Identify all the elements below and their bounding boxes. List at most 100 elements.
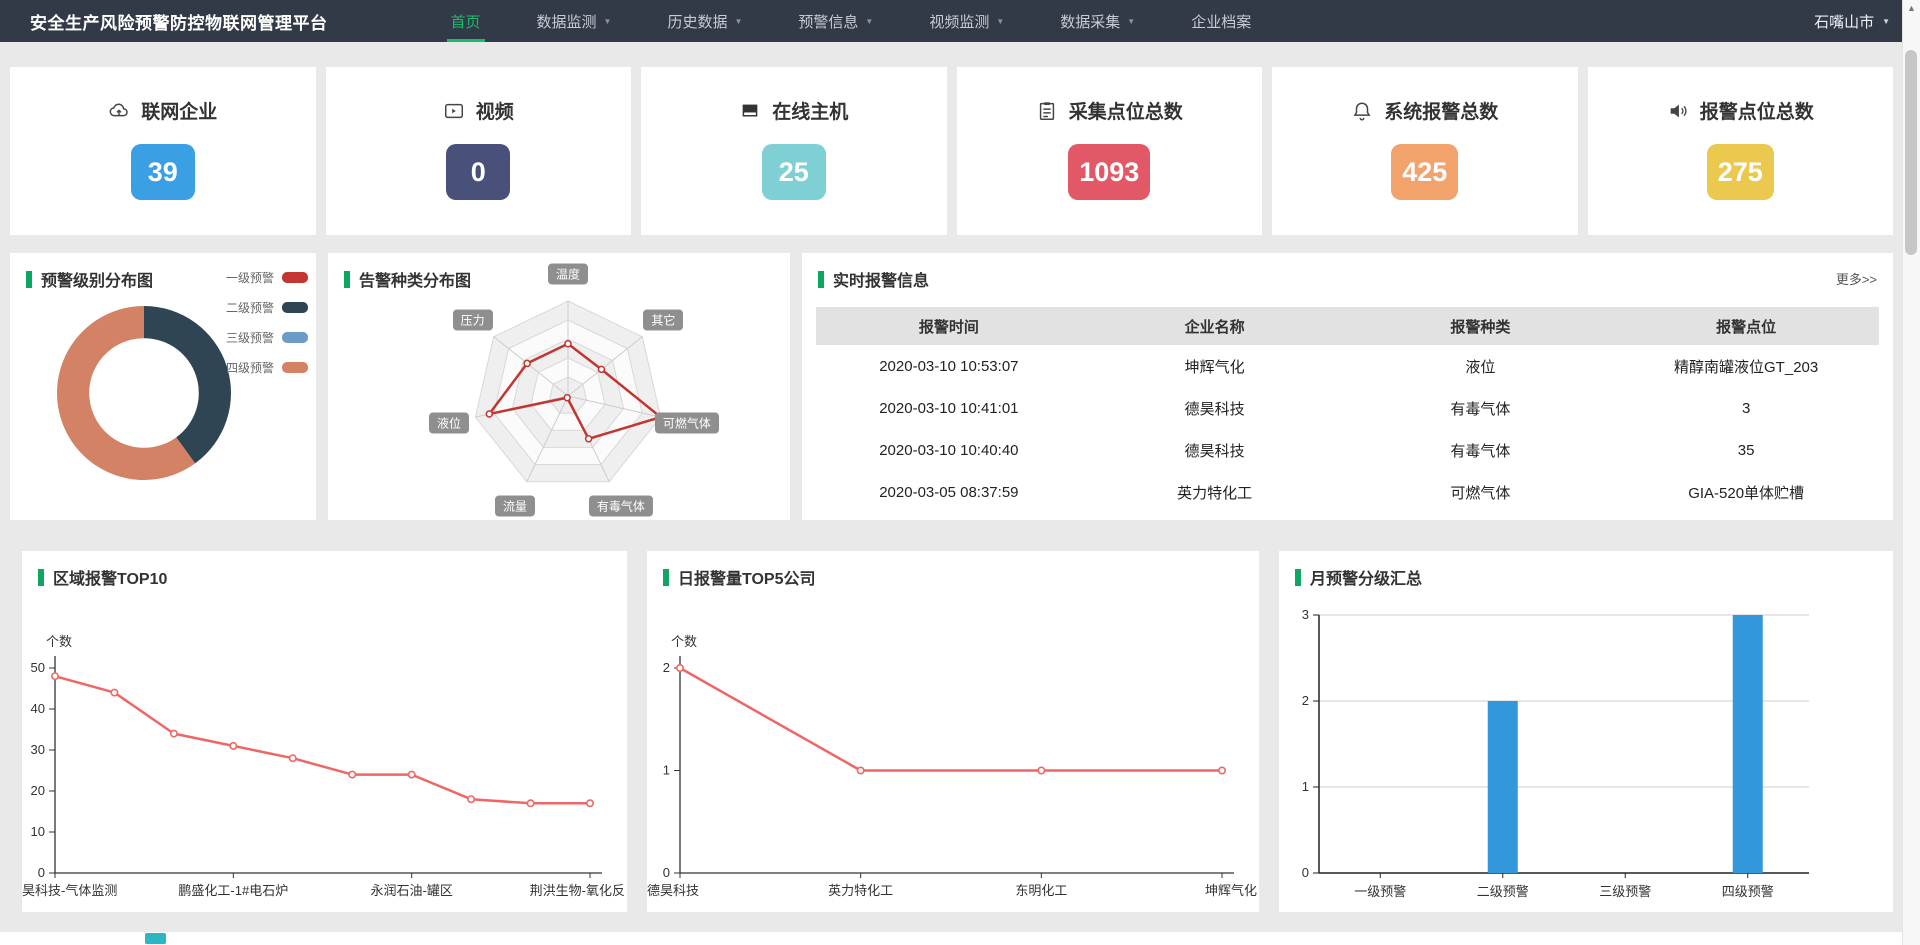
- svg-text:英力特化工: 英力特化工: [828, 883, 893, 898]
- svg-text:1: 1: [1302, 779, 1309, 794]
- svg-text:20: 20: [31, 783, 45, 798]
- table-header-cell: 报警时间: [816, 307, 1082, 345]
- alarm-table: 报警时间企业名称报警种类报警点位2020-03-10 10:53:07坤辉气化液…: [816, 307, 1879, 513]
- table-cell: 有毒气体: [1348, 429, 1614, 471]
- speaker-icon: [1667, 100, 1689, 122]
- nav-item-label: 视频监测: [929, 11, 989, 32]
- svg-text:昊科技-气体监测: 昊科技-气体监测: [22, 883, 117, 898]
- stat-card-4: 系统报警总数425: [1272, 67, 1578, 235]
- panel-header: 告警种类分布图: [344, 267, 471, 291]
- table-row[interactable]: 2020-03-10 10:40:40德昊科技有毒气体35: [816, 429, 1879, 471]
- svg-text:2: 2: [663, 660, 670, 675]
- table-cell: 2020-03-10 10:53:07: [816, 345, 1082, 387]
- panel-accent-bar: [663, 569, 669, 586]
- nav-item-label: 首页: [451, 11, 481, 32]
- svg-text:40: 40: [31, 701, 45, 716]
- table-cell: 英力特化工: [1082, 471, 1348, 513]
- table-cell: 德昊科技: [1082, 429, 1348, 471]
- svg-text:荆洪生物-氧化反: 荆洪生物-氧化反: [530, 883, 625, 898]
- footer-strip: [0, 932, 1903, 945]
- more-link[interactable]: 更多>>: [1836, 269, 1877, 288]
- stat-card-header: 系统报警总数: [1272, 97, 1578, 124]
- legend-swatch: [282, 302, 308, 313]
- daily-alarm-panel: 日报警量TOP5公司 012个数德昊科技英力特化工东明化工坤辉气化: [647, 551, 1259, 912]
- panel-title: 实时报警信息: [833, 267, 929, 291]
- table-cell: 液位: [1348, 345, 1614, 387]
- panel-header: 区域报警TOP10: [38, 565, 167, 589]
- page-scrollbar[interactable]: ▲: [1902, 0, 1920, 945]
- svg-text:永润石油-罐区: 永润石油-罐区: [370, 883, 452, 898]
- nav-item-1[interactable]: 数据监测▼: [509, 0, 640, 42]
- table-row[interactable]: 2020-03-10 10:41:01德昊科技有毒气体3: [816, 387, 1879, 429]
- table-cell: 精醇南罐液位GT_203: [1613, 345, 1879, 387]
- table-cell: 德昊科技: [1082, 387, 1348, 429]
- nav-item-0[interactable]: 首页: [423, 0, 509, 42]
- stat-card-header: 采集点位总数: [957, 97, 1263, 124]
- legend-swatch: [282, 332, 308, 343]
- table-cell: GIA-520单体贮槽: [1613, 471, 1879, 513]
- nav-item-label: 预警信息: [798, 11, 858, 32]
- nav-item-label: 数据采集: [1060, 11, 1120, 32]
- panel-header: 实时报警信息: [818, 267, 929, 291]
- nav-item-6[interactable]: 企业档案: [1163, 0, 1279, 42]
- chevron-down-icon: ▼: [734, 17, 742, 26]
- nav-item-2[interactable]: 历史数据▼: [639, 0, 770, 42]
- svg-text:鹏盛化工-1#电石炉: 鹏盛化工-1#电石炉: [178, 883, 288, 898]
- chevron-down-icon: ▼: [1127, 17, 1135, 26]
- svg-text:四级预警: 四级预警: [1722, 884, 1774, 899]
- footer-accent: [145, 933, 166, 944]
- radar-axis-label: 温度: [548, 264, 588, 285]
- legend-swatch: [282, 362, 308, 373]
- app-title: 安全生产风险预警防控物联网管理平台: [30, 9, 328, 34]
- panel-title: 日报警量TOP5公司: [678, 565, 816, 589]
- svg-text:三级预警: 三级预警: [1599, 884, 1651, 899]
- cloud-upload-icon: [108, 100, 130, 122]
- panel-title: 月预警分级汇总: [1310, 565, 1422, 589]
- table-cell: 2020-03-10 10:40:40: [816, 429, 1082, 471]
- scroll-up-icon[interactable]: ▲: [1903, 0, 1920, 17]
- nav-item-5[interactable]: 数据采集 ▼: [1032, 0, 1163, 42]
- monthly-warning-bar-chart: 0123一级预警二级预警三级预警四级预警: [1279, 609, 1893, 912]
- stat-value-badge: 275: [1707, 144, 1774, 200]
- alarm-type-panel: 告警种类分布图 温度其它可燃气体有毒气体流量液位压力: [328, 253, 790, 520]
- panel-title: 预警级别分布图: [41, 267, 153, 291]
- stat-card-header: 视频: [326, 97, 632, 124]
- stat-card-2: 在线主机25: [641, 67, 947, 235]
- panel-accent-bar: [26, 271, 32, 288]
- area-alarm-line-chart: 01020304050个数昊科技-气体监测鹏盛化工-1#电石炉永润石油-罐区荆洪…: [22, 609, 627, 912]
- panel-accent-bar: [818, 271, 824, 288]
- top-nav: 安全生产风险预警防控物联网管理平台 首页数据监测▼历史数据▼预警信息▼视频监测▼…: [0, 0, 1920, 42]
- nav-item-3[interactable]: 预警信息▼: [770, 0, 901, 42]
- legend-label: 三级预警: [226, 329, 274, 346]
- stat-label: 报警点位总数: [1700, 97, 1814, 124]
- legend-item-3[interactable]: 四级预警: [226, 359, 308, 376]
- table-row[interactable]: 2020-03-10 10:53:07坤辉气化液位精醇南罐液位GT_203: [816, 345, 1879, 387]
- stat-value-badge: 0: [446, 144, 510, 200]
- table-cell: 2020-03-10 10:41:01: [816, 387, 1082, 429]
- nav-item-label: 数据监测: [537, 11, 597, 32]
- panel-title: 告警种类分布图: [359, 267, 471, 291]
- table-row[interactable]: 2020-03-05 08:37:59英力特化工可燃气体GIA-520单体贮槽: [816, 471, 1879, 513]
- legend-item-1[interactable]: 二级预警: [226, 299, 308, 316]
- svg-text:1: 1: [663, 763, 670, 778]
- legend-item-2[interactable]: 三级预警: [226, 329, 308, 346]
- legend-item-0[interactable]: 一级预警: [226, 269, 308, 286]
- scrollbar-thumb[interactable]: [1905, 50, 1917, 255]
- stat-card-3: 采集点位总数1093: [957, 67, 1263, 235]
- stat-card-header: 联网企业: [10, 97, 316, 124]
- nav-item-4[interactable]: 视频监测▼: [901, 0, 1032, 42]
- stat-label: 在线主机: [772, 97, 848, 124]
- panel-header: 预警级别分布图: [26, 267, 153, 291]
- panel-accent-bar: [344, 271, 350, 288]
- svg-text:50: 50: [31, 660, 45, 675]
- nav-item-label: 企业档案: [1191, 11, 1251, 32]
- panel-header: 月预警分级汇总: [1295, 565, 1422, 589]
- table-header-cell: 报警点位: [1613, 307, 1879, 345]
- svg-text:0: 0: [1302, 865, 1309, 880]
- region-selector[interactable]: 石嘴山市 ▼: [1814, 0, 1890, 42]
- area-alarm-panel: 区域报警TOP10 01020304050个数昊科技-气体监测鹏盛化工-1#电石…: [22, 551, 627, 912]
- alarm-type-radar-chart: 温度其它可燃气体有毒气体流量液位压力: [328, 253, 790, 520]
- table-header-cell: 报警种类: [1348, 307, 1614, 345]
- table-cell: 3: [1613, 387, 1879, 429]
- daily-alarm-line-chart: 012个数德昊科技英力特化工东明化工坤辉气化: [647, 609, 1259, 912]
